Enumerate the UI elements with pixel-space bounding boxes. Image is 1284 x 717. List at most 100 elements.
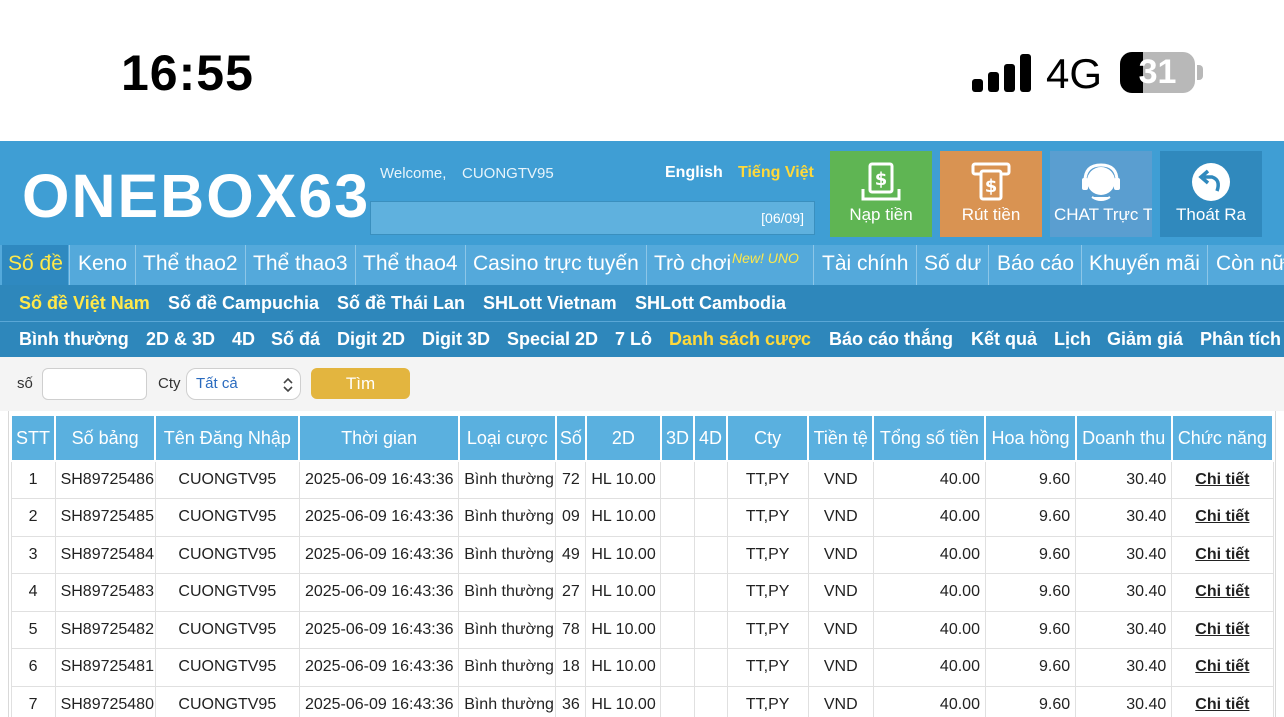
deposit-button[interactable]: $ Nạp tiền xyxy=(830,151,932,237)
detail-link[interactable]: Chi tiết xyxy=(1171,610,1274,649)
main-nav-con-nua[interactable]: Còn nữa xyxy=(1216,252,1284,276)
lang-vietnamese-link[interactable]: Tiếng Việt xyxy=(738,164,814,182)
cell-cty: TT,PY xyxy=(726,610,809,649)
tab-bao-cao-thang[interactable]: Báo cáo thắng xyxy=(829,329,953,350)
nav-divider xyxy=(988,245,989,285)
table-row: 7 SH89725480 CUONGTV95 2025-06-09 16:43:36 B… xyxy=(10,685,1274,717)
cell-doanh-thu: 30.40 xyxy=(1075,685,1173,717)
cell-tien-te: VND xyxy=(807,685,874,717)
cell-loai-cuoc: Bình thường xyxy=(458,610,557,649)
company-select[interactable]: Tất cả xyxy=(186,368,301,400)
cell-tien-te: VND xyxy=(807,648,874,687)
cell-so: 78 xyxy=(555,610,587,649)
tab-special-2d[interactable]: Special 2D xyxy=(507,329,598,350)
main-nav-the-thao4[interactable]: Thể thao4 xyxy=(363,252,458,276)
subnav-so-de-campuchia[interactable]: Số đề Campuchia xyxy=(168,293,319,314)
withdraw-label: Rút tiền xyxy=(961,205,1021,224)
tab-2d-3d[interactable]: 2D & 3D xyxy=(146,329,215,350)
logout-button[interactable]: Thoát Ra xyxy=(1160,151,1262,237)
detail-link[interactable]: Chi tiết xyxy=(1171,498,1274,537)
cell-tong-so-tien: 40.00 xyxy=(872,610,986,649)
cell-4d xyxy=(693,648,728,687)
number-filter-input[interactable] xyxy=(42,368,147,400)
cell-2d: HL 10.00 xyxy=(585,535,662,574)
chat-label: CHAT Trực Tuyến xyxy=(1054,205,1152,224)
column-header-tong-so-tien: Tổng số tiền xyxy=(872,414,987,462)
detail-link[interactable]: Chi tiết xyxy=(1171,685,1274,717)
main-nav-casino[interactable]: Casino trực tuyến xyxy=(473,252,639,276)
main-nav-so-du[interactable]: Số dư xyxy=(924,252,981,276)
withdraw-button[interactable]: $ Rút tiền xyxy=(940,151,1042,237)
cell-3d xyxy=(660,685,695,717)
cell-4d xyxy=(693,610,728,649)
tab-phan-tich[interactable]: Phân tích xyxy=(1200,329,1281,350)
tab-4d[interactable]: 4D xyxy=(232,329,255,350)
cell-thoi-gian: 2025-06-09 16:43:36 xyxy=(298,685,460,717)
tab-danh-sach-cuoc[interactable]: Danh sách cược xyxy=(669,329,811,350)
column-header-stt: STT xyxy=(9,414,57,462)
cell-so: 36 xyxy=(555,685,587,717)
cell-hoa-hong: 9.60 xyxy=(984,460,1077,499)
subnav-shlott-vietnam[interactable]: SHLott Vietnam xyxy=(483,293,617,314)
tab-so-da[interactable]: Số đá xyxy=(271,329,320,350)
main-nav-khuyen-mai[interactable]: Khuyến mãi xyxy=(1089,252,1200,276)
nav-divider xyxy=(813,245,814,285)
main-nav-keno[interactable]: Keno xyxy=(78,252,127,276)
detail-link[interactable]: Chi tiết xyxy=(1171,460,1274,499)
column-header-3d: 3D xyxy=(659,414,696,462)
live-chat-button[interactable]: CHAT Trực Tuyến xyxy=(1050,151,1152,237)
cell-tien-te: VND xyxy=(807,610,874,649)
cell-thoi-gian: 2025-06-09 16:43:36 xyxy=(298,573,460,612)
table-row: 4 SH89725483 CUONGTV95 2025-06-09 16:43:36 B… xyxy=(10,573,1274,612)
cell-hoa-hong: 9.60 xyxy=(984,498,1077,537)
tab-ket-qua[interactable]: Kết quả xyxy=(971,329,1037,350)
welcome-label: Welcome, xyxy=(380,165,447,182)
table-header-row: STT Số bảng Tên Đăng Nhập Thời gian Loại cượ… xyxy=(9,414,1275,462)
cell-4d xyxy=(693,535,728,574)
main-nav-the-thao3[interactable]: Thể thao3 xyxy=(253,252,348,276)
tab-digit-3d[interactable]: Digit 3D xyxy=(422,329,490,350)
nav-divider xyxy=(916,245,917,285)
cell-loai-cuoc: Bình thường xyxy=(458,685,557,717)
site-header: ONEBOX63 Welcome, CUONGTV95 English Tiến… xyxy=(0,141,1284,245)
nav-divider xyxy=(465,245,466,285)
detail-link[interactable]: Chi tiết xyxy=(1171,573,1274,612)
subnav-shlott-cambodia[interactable]: SHLott Cambodia xyxy=(635,293,786,314)
detail-link[interactable]: Chi tiết xyxy=(1171,535,1274,574)
lang-english-link[interactable]: English xyxy=(665,164,723,182)
detail-link[interactable]: Chi tiết xyxy=(1171,648,1274,687)
tab-7-lo[interactable]: 7 Lô xyxy=(615,329,652,350)
cell-3d xyxy=(660,535,695,574)
site-logo[interactable]: ONEBOX63 xyxy=(22,161,370,231)
search-button[interactable]: Tìm xyxy=(311,368,410,399)
cell-loai-cuoc: Bình thường xyxy=(458,573,557,612)
tab-lich[interactable]: Lịch xyxy=(1054,329,1091,350)
cell-so-bang: SH89725483 xyxy=(54,573,156,612)
cell-tong-so-tien: 40.00 xyxy=(872,573,986,612)
deposit-label: Nạp tiền xyxy=(849,205,913,224)
cell-cty: TT,PY xyxy=(726,648,809,687)
main-nav-tro-choi[interactable]: Trò chơi xyxy=(654,252,731,276)
table-row: 1 SH89725486 CUONGTV95 2025-06-09 16:43:36 B… xyxy=(10,460,1274,499)
announcement-marquee: [06/09] xyxy=(370,201,815,235)
cell-so-bang: SH89725481 xyxy=(54,648,156,687)
cell-stt: 7 xyxy=(10,685,56,717)
cell-2d: HL 10.00 xyxy=(585,648,662,687)
cell-thoi-gian: 2025-06-09 16:43:36 xyxy=(298,535,460,574)
cell-2d: HL 10.00 xyxy=(585,610,662,649)
cell-stt: 1 xyxy=(10,460,56,499)
main-nav-so-de[interactable]: Số đề xyxy=(8,252,63,276)
tab-binh-thuong[interactable]: Bình thường xyxy=(19,329,129,350)
battery-icon: 31 xyxy=(1120,52,1195,93)
cell-so: 72 xyxy=(555,460,587,499)
tab-digit-2d[interactable]: Digit 2D xyxy=(337,329,405,350)
main-nav-bao-cao[interactable]: Báo cáo xyxy=(997,252,1074,276)
cell-tien-te: VND xyxy=(807,460,874,499)
subnav-so-de-viet-nam[interactable]: Số đề Việt Nam xyxy=(19,293,150,314)
tab-giam-gia[interactable]: Giảm giá xyxy=(1107,329,1183,350)
cell-so: 27 xyxy=(555,573,587,612)
cell-doanh-thu: 30.40 xyxy=(1075,573,1173,612)
subnav-so-de-thai-lan[interactable]: Số đề Thái Lan xyxy=(337,293,465,314)
main-nav-the-thao2[interactable]: Thể thao2 xyxy=(143,252,238,276)
main-nav-tai-chinh[interactable]: Tài chính xyxy=(822,252,908,276)
